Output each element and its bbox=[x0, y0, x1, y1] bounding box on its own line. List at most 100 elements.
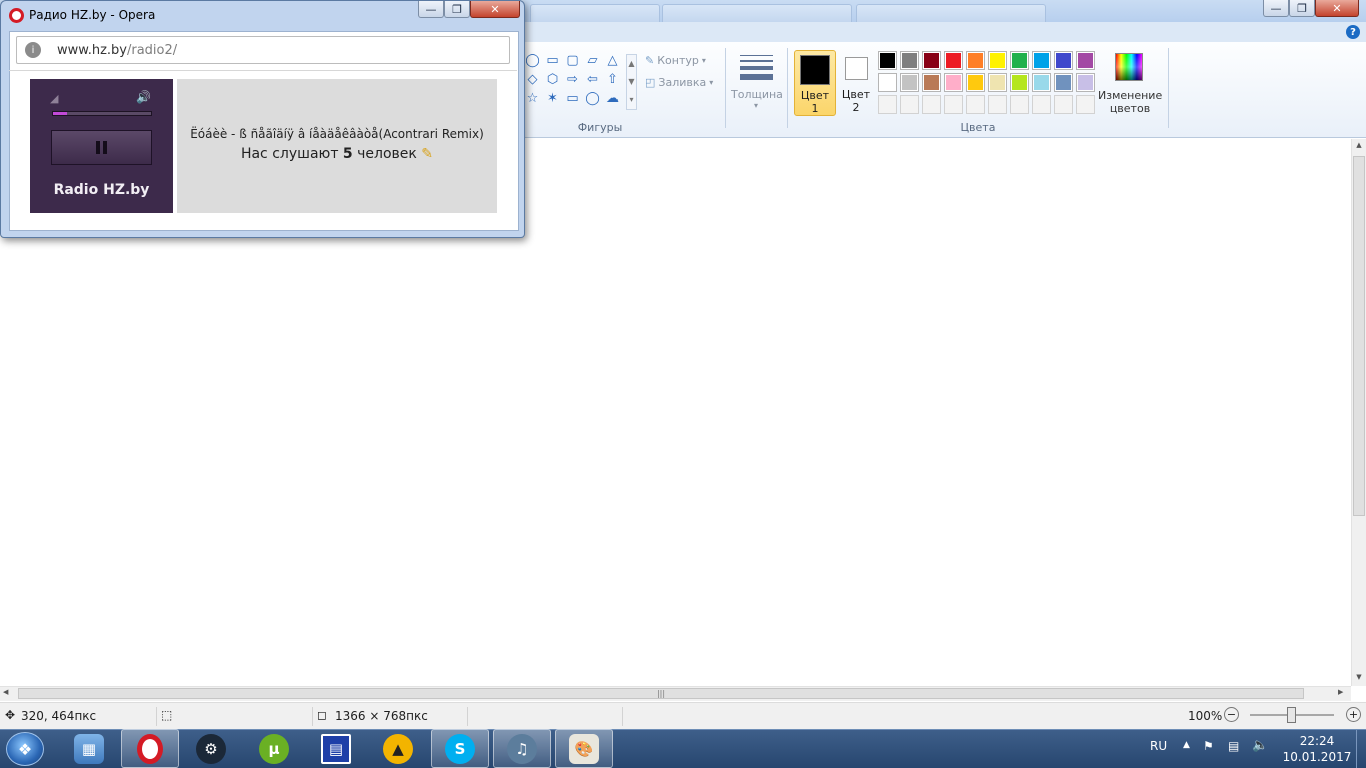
callout-rect-shape-icon[interactable]: ▭ bbox=[565, 92, 580, 105]
callout-oval-shape-icon[interactable]: ◯ bbox=[585, 92, 600, 105]
help-icon[interactable]: ? bbox=[1346, 25, 1360, 39]
palette-swatch[interactable] bbox=[900, 73, 919, 92]
show-hidden-icons-icon[interactable]: ▲ bbox=[1183, 740, 1190, 750]
taskbar-opera[interactable] bbox=[121, 729, 179, 768]
palette-swatch-empty[interactable] bbox=[1076, 95, 1095, 114]
rectangle-shape-icon[interactable]: ▭ bbox=[545, 54, 560, 67]
horizontal-scroll-thumb[interactable]: ||| bbox=[18, 688, 1304, 699]
close-button[interactable]: ✕ bbox=[1315, 0, 1359, 17]
palette-swatch-empty[interactable] bbox=[988, 95, 1007, 114]
zoom-in-icon[interactable]: + bbox=[1346, 707, 1361, 722]
site-info-icon[interactable]: i bbox=[25, 42, 41, 58]
palette-swatch[interactable] bbox=[944, 73, 963, 92]
rounded-rect-shape-icon[interactable]: ▢ bbox=[565, 54, 580, 67]
vertical-scroll-thumb[interactable] bbox=[1353, 156, 1365, 516]
palette-swatch[interactable] bbox=[878, 73, 897, 92]
palette-swatch[interactable] bbox=[900, 51, 919, 70]
left-arrow-shape-icon[interactable]: ⇦ bbox=[585, 73, 600, 86]
palette-swatch-empty[interactable] bbox=[922, 95, 941, 114]
volume-slider[interactable] bbox=[52, 111, 152, 116]
zoom-out-icon[interactable]: − bbox=[1224, 707, 1239, 722]
zoom-slider[interactable] bbox=[1250, 707, 1334, 723]
shapes-scroll[interactable]: ▲ ▼ ▾ bbox=[626, 54, 637, 110]
palette-swatch-empty[interactable] bbox=[1054, 95, 1073, 114]
pause-button[interactable] bbox=[51, 130, 152, 165]
palette-swatch[interactable] bbox=[1032, 51, 1051, 70]
maximize-button[interactable]: ❐ bbox=[1289, 0, 1315, 17]
palette-swatch[interactable] bbox=[1054, 51, 1073, 70]
palette-swatch-empty[interactable] bbox=[944, 95, 963, 114]
oval-shape-icon[interactable]: ◯ bbox=[525, 54, 540, 67]
contour-button[interactable]: ✎ Контур ▾ bbox=[645, 54, 706, 67]
palette-swatch[interactable] bbox=[988, 73, 1007, 92]
opera-minimize-button[interactable]: — bbox=[418, 1, 444, 18]
taskbar-sound-app[interactable]: ♫ bbox=[493, 729, 551, 768]
star6-shape-icon[interactable]: ✶ bbox=[545, 92, 560, 105]
vertical-scrollbar[interactable]: ▲ ▼ bbox=[1351, 139, 1366, 686]
divider bbox=[9, 70, 517, 71]
palette-swatch[interactable] bbox=[1032, 73, 1051, 92]
fill-button[interactable]: ◰ Заливка ▾ bbox=[645, 76, 713, 89]
volume-low-icon[interactable]: ◢ bbox=[50, 92, 58, 105]
scroll-right-icon[interactable]: ▶ bbox=[1338, 688, 1343, 696]
minimize-button[interactable]: — bbox=[1263, 0, 1289, 17]
palette-swatch[interactable] bbox=[944, 51, 963, 70]
palette-swatch-empty[interactable] bbox=[900, 95, 919, 114]
taskbar-save-app[interactable]: ▤ bbox=[307, 729, 365, 768]
opera-close-button[interactable]: ✕ bbox=[470, 1, 520, 18]
network-icon[interactable]: ▤ bbox=[1228, 739, 1239, 753]
palette-swatch[interactable] bbox=[1010, 73, 1029, 92]
taskbar-aimp[interactable]: ▲ bbox=[369, 729, 427, 768]
polygon-shape-icon[interactable]: ▱ bbox=[585, 54, 600, 67]
shapes-gallery[interactable]: ◯ ▭ ▢ ▱ △ ◇ ⬡ ⇨ ⇦ ⇧ ☆ ✶ ▭ ◯ ☁ bbox=[525, 54, 627, 110]
palette-swatch[interactable] bbox=[1076, 73, 1095, 92]
volume-high-icon[interactable]: 🔊 bbox=[136, 90, 151, 104]
pause-icon bbox=[96, 141, 107, 154]
thickness-button[interactable]: Толщина ▾ bbox=[731, 50, 783, 112]
taskbar-explorer[interactable]: ▦ bbox=[60, 729, 118, 768]
cloud-shape-icon[interactable]: ☁ bbox=[605, 92, 620, 105]
language-indicator[interactable]: RU bbox=[1150, 739, 1167, 753]
palette-swatch[interactable] bbox=[1054, 73, 1073, 92]
palette-swatch-empty[interactable] bbox=[966, 95, 985, 114]
action-center-icon[interactable]: ⚑ bbox=[1203, 739, 1214, 753]
palette-swatch[interactable] bbox=[966, 73, 985, 92]
palette-swatch-empty[interactable] bbox=[1032, 95, 1051, 114]
scroll-left-icon[interactable]: ◀ bbox=[3, 688, 8, 696]
palette-swatch[interactable] bbox=[922, 51, 941, 70]
up-arrow-shape-icon[interactable]: ⇧ bbox=[605, 73, 620, 86]
palette-swatch[interactable] bbox=[988, 51, 1007, 70]
address-text[interactable]: www.hz.by/radio2/ bbox=[57, 43, 177, 58]
address-bar[interactable]: i www.hz.by/radio2/ bbox=[16, 36, 510, 64]
taskbar-skype[interactable]: S bbox=[431, 729, 489, 768]
scroll-down-icon[interactable]: ▼ bbox=[1354, 673, 1364, 681]
color1-button[interactable]: Цвет 1 bbox=[794, 50, 836, 116]
taskbar-steam[interactable]: ⚙ bbox=[182, 729, 240, 768]
palette-swatch-empty[interactable] bbox=[878, 95, 897, 114]
triangle-shape-icon[interactable]: △ bbox=[605, 54, 620, 67]
zoom-slider-thumb[interactable] bbox=[1287, 707, 1296, 723]
show-desktop-button[interactable] bbox=[1356, 730, 1366, 768]
palette-swatch-empty[interactable] bbox=[1010, 95, 1029, 114]
start-button[interactable]: ❖ bbox=[6, 732, 44, 766]
hexagon-shape-icon[interactable]: ⬡ bbox=[545, 73, 560, 86]
edit-colors-button[interactable]: Изменение цветов bbox=[1098, 50, 1162, 116]
taskbar-utorrent[interactable]: µ bbox=[245, 729, 303, 768]
palette-swatch[interactable] bbox=[1010, 51, 1029, 70]
palette-swatch[interactable] bbox=[966, 51, 985, 70]
right-arrow-shape-icon[interactable]: ⇨ bbox=[565, 73, 580, 86]
star-shape-icon[interactable]: ☆ bbox=[525, 92, 540, 105]
taskbar-paint[interactable]: 🎨 bbox=[555, 729, 613, 768]
palette-swatch[interactable] bbox=[922, 73, 941, 92]
clock[interactable]: 22:24 10.01.2017 bbox=[1282, 733, 1352, 765]
palette-swatch[interactable] bbox=[878, 51, 897, 70]
opera-maximize-button[interactable]: ❐ bbox=[444, 1, 470, 18]
diamond-shape-icon[interactable]: ◇ bbox=[525, 73, 540, 86]
bucket-icon: ◰ bbox=[645, 76, 656, 89]
color2-button[interactable]: Цвет 2 bbox=[839, 50, 873, 116]
horizontal-scrollbar[interactable]: ◀ ||| ▶ bbox=[0, 686, 1351, 701]
volume-icon[interactable]: 🔈 bbox=[1252, 738, 1268, 753]
palette-swatch[interactable] bbox=[1076, 51, 1095, 70]
scroll-up-icon[interactable]: ▲ bbox=[1354, 141, 1364, 149]
fill-label: Заливка bbox=[658, 76, 707, 89]
